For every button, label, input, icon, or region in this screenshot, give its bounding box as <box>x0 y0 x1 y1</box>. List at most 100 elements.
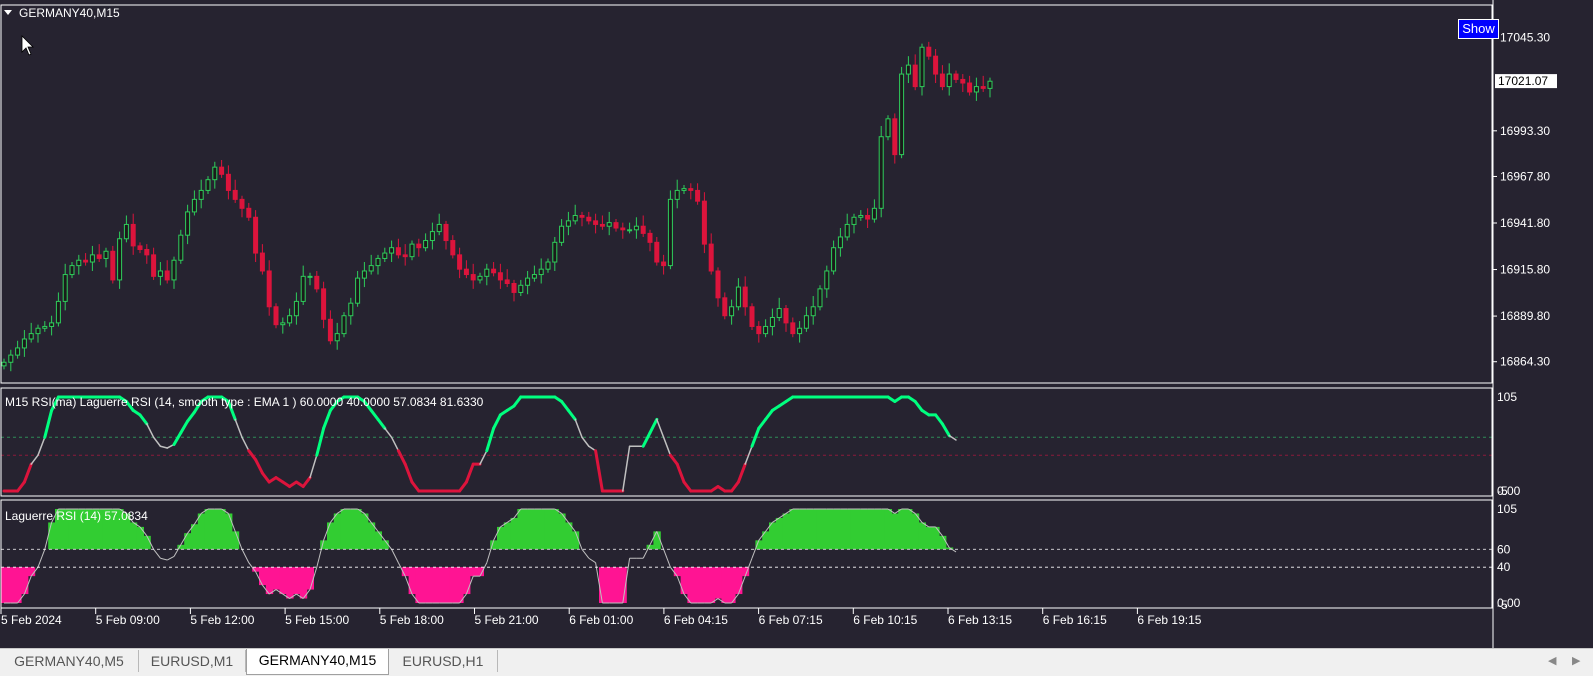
candle-body <box>69 265 75 276</box>
candle-body <box>586 216 592 222</box>
hist-bar-down <box>0 567 9 603</box>
hist-bar-up <box>837 509 845 550</box>
candle-body <box>858 214 864 218</box>
time-tick-label: 5 Feb 12:00 <box>190 613 254 627</box>
time-tick-label: 5 Feb 09:00 <box>96 613 160 627</box>
candle-body <box>593 220 599 225</box>
hist-bar-down <box>687 567 695 603</box>
candle-body <box>259 252 265 272</box>
show-button[interactable]: Show <box>1458 19 1499 39</box>
candle-body <box>253 216 259 254</box>
hist-bar-up <box>816 509 824 550</box>
candle-body <box>327 318 333 342</box>
candle-body <box>817 288 823 308</box>
candle-body <box>361 270 367 279</box>
candle-body <box>49 322 55 327</box>
candle-body <box>219 166 225 175</box>
time-tick-label: 5 Feb 15:00 <box>285 613 349 627</box>
candle-body <box>103 250 109 259</box>
candle-body <box>538 268 544 276</box>
candle-body <box>307 275 313 278</box>
candle-body <box>695 189 701 202</box>
hist-bar-up <box>803 509 811 550</box>
hist-bar-up <box>769 522 777 550</box>
time-tick-label: 6 Feb 01:00 <box>569 613 633 627</box>
tab-eurusd-h1[interactable]: EURUSD,H1 <box>389 650 498 672</box>
hist-bar-up <box>884 509 892 550</box>
candle-body <box>973 86 979 93</box>
candle-body <box>178 234 184 261</box>
candle-body <box>266 270 272 308</box>
price-tick-label: 16864.30 <box>1500 355 1550 369</box>
candle-body <box>321 288 327 320</box>
candle-body <box>749 306 755 327</box>
candle-body <box>756 325 762 335</box>
candle-body <box>375 257 381 267</box>
candle-body <box>912 64 918 88</box>
candle-body <box>477 275 483 281</box>
candle-body <box>776 308 782 319</box>
hist-bar-down <box>612 567 620 603</box>
candle-body <box>810 306 816 317</box>
candle-body <box>885 118 891 138</box>
candle-body <box>334 333 340 342</box>
candle-body <box>633 225 639 231</box>
hist-bar-down <box>422 567 430 603</box>
candle-body <box>674 189 680 200</box>
time-tick-label: 5 Feb 21:00 <box>475 613 539 627</box>
tab-germany40-m5[interactable]: GERMANY40,M5 <box>0 650 139 672</box>
tab-eurusd-m1[interactable]: EURUSD,M1 <box>139 650 246 672</box>
time-tick-label: 5 Feb 18:00 <box>380 613 444 627</box>
candle-body <box>722 297 728 317</box>
candle-body <box>960 78 966 84</box>
candle-body <box>28 333 34 340</box>
hist-bar-up <box>225 513 233 550</box>
hist-bar-down <box>469 567 478 577</box>
tab-germany40-m15[interactable]: GERMANY40,M15 <box>246 649 389 675</box>
hist-bar-up <box>850 509 858 550</box>
current-price-label: 17021.07 <box>1498 74 1548 88</box>
candle-body <box>110 250 116 281</box>
tab-scroll-left-icon[interactable]: ◀ <box>1548 654 1556 667</box>
hist-bar-up <box>558 513 566 550</box>
hist-bar-down <box>456 567 464 603</box>
candle-body <box>21 338 27 349</box>
candle-body <box>892 118 898 156</box>
candle-body <box>198 189 204 200</box>
hist-bar-down <box>7 567 15 603</box>
hist-bar-up <box>48 522 56 550</box>
hist-bar-down <box>721 567 729 603</box>
chart-background <box>0 0 1593 648</box>
candle-body <box>62 274 68 302</box>
candle-body <box>117 238 123 281</box>
candle-body <box>599 223 605 227</box>
candle-body <box>606 222 612 227</box>
time-tick-label: 6 Feb 04:15 <box>664 613 728 627</box>
candle-body <box>402 254 408 258</box>
candle-body <box>35 327 41 335</box>
hist-bar-up <box>925 526 933 550</box>
candle-body <box>627 229 633 232</box>
candle-body <box>15 347 21 356</box>
candle-body <box>239 198 245 209</box>
candle-body <box>368 265 374 272</box>
hist-bar-up <box>497 526 505 550</box>
candle-body <box>300 275 306 302</box>
candle-body <box>497 272 503 281</box>
candle-body <box>735 286 741 308</box>
candle-body <box>708 243 714 272</box>
hist-bar-up <box>184 533 192 550</box>
tab-scroll-right-icon[interactable]: ▶ <box>1572 654 1580 667</box>
candle-body <box>933 55 939 75</box>
hist-bar-down <box>408 567 416 595</box>
candle-body <box>137 245 143 250</box>
candle-body <box>348 302 354 317</box>
candle-body <box>511 283 517 293</box>
hist-bar-down <box>435 567 444 603</box>
candle-body <box>987 80 993 89</box>
candle-body <box>831 247 837 272</box>
candle-body <box>151 254 157 277</box>
price-tick-label: 16889.80 <box>1500 309 1550 323</box>
hist-bar-down <box>14 567 22 603</box>
hist-bar-up <box>537 509 546 550</box>
